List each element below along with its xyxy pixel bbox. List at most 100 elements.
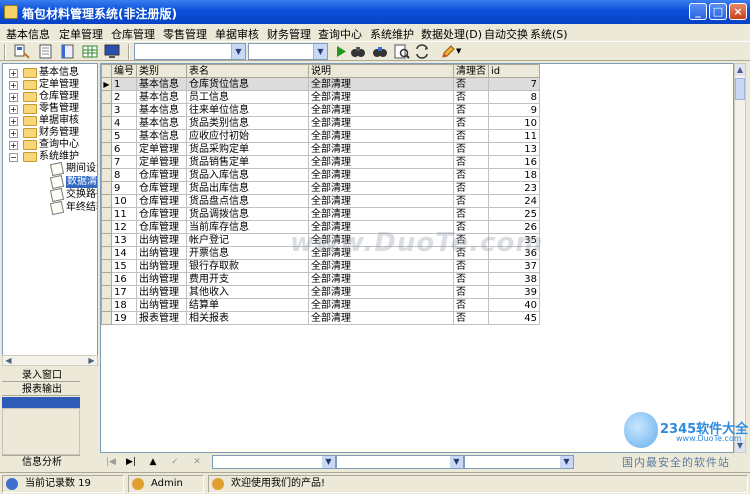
row-indicator[interactable]: [101, 142, 112, 156]
tree-node-document-audit[interactable]: + 单据审核: [9, 115, 97, 127]
table-row[interactable]: 18 出纳管理 结算单 全部清理否 40: [101, 298, 540, 312]
expand-icon[interactable]: +: [9, 141, 18, 150]
expand-icon[interactable]: +: [9, 105, 18, 114]
tree-node-order-management[interactable]: + 定单管理: [9, 79, 97, 91]
monitor-icon[interactable]: [104, 44, 120, 59]
cell-description[interactable]: 全部清理: [308, 90, 454, 104]
cell-table-name[interactable]: 其他收入: [186, 285, 309, 299]
cell-category[interactable]: 出纳管理: [136, 298, 187, 312]
cell-cleanup[interactable]: 否: [453, 142, 489, 156]
column-header-cleanup[interactable]: 清理否: [453, 64, 489, 78]
cell-category[interactable]: 仓库管理: [136, 220, 187, 234]
row-indicator[interactable]: [101, 103, 112, 117]
tree-node-finance-management[interactable]: + 财务管理: [9, 127, 97, 139]
cell-number[interactable]: 9: [111, 181, 137, 195]
cell-category[interactable]: 基本信息: [136, 103, 187, 117]
cell-number[interactable]: 18: [111, 298, 137, 312]
cell-id[interactable]: 38: [488, 272, 540, 286]
cell-category[interactable]: 仓库管理: [136, 181, 187, 195]
cell-number[interactable]: 8: [111, 168, 137, 182]
filter-combo-1[interactable]: ▼: [134, 43, 246, 60]
cell-cleanup[interactable]: 否: [453, 259, 489, 273]
cell-cleanup[interactable]: 否: [453, 311, 489, 325]
cell-cleanup[interactable]: 否: [453, 285, 489, 299]
cell-number[interactable]: 13: [111, 233, 137, 247]
tree-child-exchange-path[interactable]: 交换路径: [49, 187, 97, 203]
row-indicator[interactable]: [101, 181, 112, 195]
cell-description[interactable]: 全部清理: [308, 207, 454, 221]
document-icon[interactable]: [38, 44, 54, 59]
menu-retail-management[interactable]: 零售管理: [163, 26, 207, 42]
cell-category[interactable]: 定单管理: [136, 155, 187, 169]
table-row[interactable]: 9 仓库管理 货品出库信息 全部清理否 23: [101, 181, 540, 195]
info-analysis-button[interactable]: 信息分析: [2, 455, 80, 469]
cell-description[interactable]: 全部清理: [308, 272, 454, 286]
table-row[interactable]: 19 报表管理 相关报表 全部清理否 45: [101, 311, 540, 325]
cell-description[interactable]: 全部清理: [308, 311, 454, 325]
cell-table-name[interactable]: 相关报表: [186, 311, 309, 325]
menu-system[interactable]: 系统(S): [530, 26, 568, 42]
cell-number[interactable]: 16: [111, 272, 137, 286]
entry-window-button[interactable]: 录入窗口: [2, 369, 80, 382]
tree-node-retail-management[interactable]: + 零售管理: [9, 103, 97, 115]
row-indicator[interactable]: [101, 220, 112, 234]
cell-id[interactable]: 25: [488, 207, 540, 221]
cell-id[interactable]: 45: [488, 311, 540, 325]
cell-number[interactable]: 5: [111, 129, 137, 143]
cell-category[interactable]: 基本信息: [136, 116, 187, 130]
row-indicator[interactable]: [101, 272, 112, 286]
chevron-down-icon[interactable]: ▼: [231, 44, 245, 59]
cell-category[interactable]: 定单管理: [136, 142, 187, 156]
minimize-button[interactable]: _: [689, 3, 707, 20]
expand-icon[interactable]: +: [9, 69, 18, 78]
cell-number[interactable]: 6: [111, 142, 137, 156]
cell-category[interactable]: 出纳管理: [136, 246, 187, 260]
tree-node-basic-info[interactable]: + 基本信息: [9, 67, 97, 79]
refresh-icon[interactable]: [414, 44, 430, 59]
navigator-field-2[interactable]: ▼: [336, 455, 464, 469]
cell-table-name[interactable]: 银行存取款: [186, 259, 309, 273]
notebook-icon[interactable]: [60, 44, 76, 59]
cell-id[interactable]: 10: [488, 116, 540, 130]
cell-table-name[interactable]: 货品类别信息: [186, 116, 309, 130]
cell-cleanup[interactable]: 否: [453, 129, 489, 143]
row-indicator[interactable]: [101, 194, 112, 208]
cell-table-name[interactable]: 仓库货位信息: [186, 77, 309, 91]
cell-table-name[interactable]: 货品出库信息: [186, 181, 309, 195]
tree-child-year-end-carryover[interactable]: 年终结转: [49, 200, 97, 216]
table-row[interactable]: 15 出纳管理 银行存取款 全部清理否 37: [101, 259, 540, 273]
tree-child-period-settings[interactable]: 期间设置: [49, 161, 97, 177]
row-indicator[interactable]: [101, 155, 112, 169]
grid-vertical-scrollbar[interactable]: ▲ ▼: [734, 63, 746, 453]
cell-cleanup[interactable]: 否: [453, 90, 489, 104]
cell-cleanup[interactable]: 否: [453, 298, 489, 312]
menu-warehouse-management[interactable]: 仓库管理: [111, 26, 155, 42]
table-row[interactable]: 3 基本信息 往来单位信息 全部清理否 9: [101, 103, 540, 117]
cell-number[interactable]: 14: [111, 246, 137, 260]
last-record-icon[interactable]: ▶|: [122, 456, 140, 468]
menu-auto-exchange[interactable]: 自动交换: [484, 26, 528, 42]
tree-node-warehouse-management[interactable]: + 仓库管理: [9, 91, 97, 103]
cell-cleanup[interactable]: 否: [453, 155, 489, 169]
first-record-icon[interactable]: |◀: [102, 456, 120, 468]
row-indicator[interactable]: [101, 168, 112, 182]
expand-icon[interactable]: +: [9, 81, 18, 90]
column-header-id[interactable]: id: [488, 64, 540, 78]
expand-icon[interactable]: +: [9, 117, 18, 126]
table-row[interactable]: 2 基本信息 员工信息 全部清理否 8: [101, 90, 540, 104]
navigator-field-1[interactable]: ▼: [212, 455, 336, 469]
cell-table-name[interactable]: 货品采购定单: [186, 142, 309, 156]
cell-description[interactable]: 全部清理: [308, 194, 454, 208]
cell-category[interactable]: 基本信息: [136, 129, 187, 143]
table-row[interactable]: 7 定单管理 货品销售定单 全部清理否 16: [101, 155, 540, 169]
row-indicator[interactable]: [101, 246, 112, 260]
cell-category[interactable]: 仓库管理: [136, 168, 187, 182]
cell-table-name[interactable]: 费用开支: [186, 272, 309, 286]
row-indicator[interactable]: [101, 129, 112, 143]
cell-number[interactable]: 11: [111, 207, 137, 221]
table-row[interactable]: 10 仓库管理 货品盘点信息 全部清理否 24: [101, 194, 540, 208]
column-header-category[interactable]: 类别: [136, 64, 187, 78]
row-indicator[interactable]: [101, 311, 112, 325]
scroll-right-icon[interactable]: ▶: [86, 356, 97, 365]
chevron-down-icon[interactable]: ▼: [313, 44, 327, 59]
